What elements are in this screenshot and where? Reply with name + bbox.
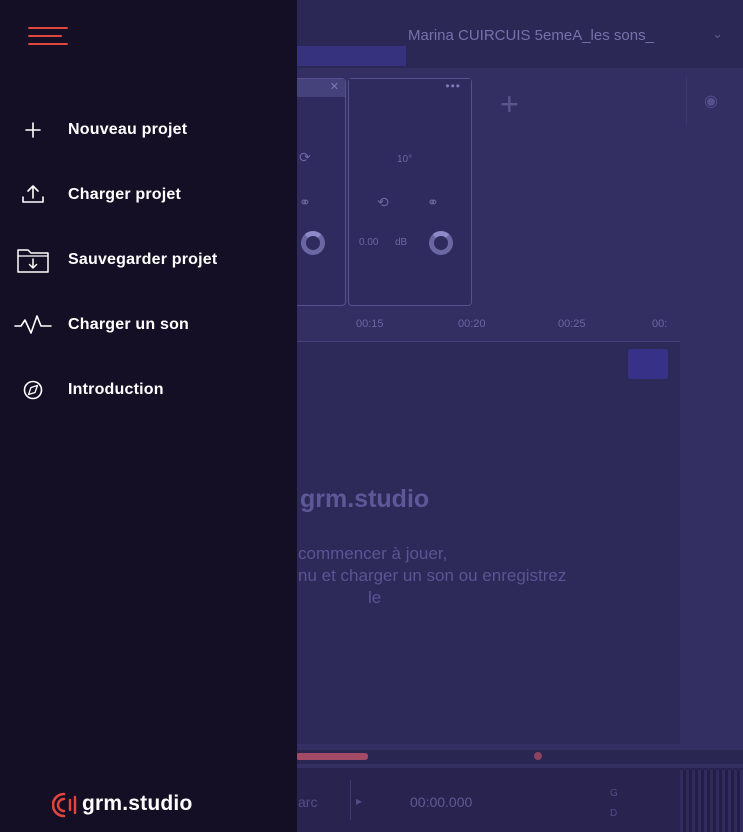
waveform-action-button[interactable]	[628, 349, 668, 379]
menu-item-label: Sauvegarder projet	[68, 251, 218, 268]
speed-label: 10°	[397, 154, 413, 165]
record-button[interactable]: ◉	[686, 76, 736, 126]
plus-icon	[14, 116, 52, 144]
transport-label: arc	[298, 794, 318, 810]
splash-line: le	[368, 588, 382, 607]
menu-item-label: Charger un son	[68, 316, 190, 333]
menu-item-load-sound[interactable]: Charger un son	[0, 297, 297, 353]
side-drawer: Nouveau projet Charger projet Sauvegarde…	[0, 0, 297, 832]
play-icon[interactable]: ▸	[356, 794, 362, 808]
loop-icon: ⟳	[299, 149, 311, 165]
project-title[interactable]: Marina CUIRCUIS 5emeA_les sons_	[408, 27, 654, 44]
gain-label: dB	[395, 237, 408, 248]
app-tab-indicator	[296, 46, 406, 66]
splash-line: nu et charger un son ou enregistrez	[298, 566, 567, 585]
menu-item-new-project[interactable]: Nouveau projet	[0, 102, 297, 158]
gain-knob[interactable]	[429, 231, 453, 255]
menu-item-load-project[interactable]: Charger projet	[0, 167, 297, 223]
reverse-icon[interactable]: ⟲	[377, 194, 389, 211]
divider	[350, 780, 351, 820]
time-label: 0.00	[359, 237, 379, 248]
gain-knob[interactable]	[301, 231, 325, 255]
close-icon[interactable]: ✕	[330, 80, 339, 93]
upload-icon	[14, 181, 52, 209]
menu-item-introduction[interactable]: Introduction	[0, 362, 297, 418]
microphone-icon: ◉	[704, 93, 718, 110]
waveform-icon	[14, 311, 52, 339]
more-icon[interactable]: •••	[445, 79, 461, 93]
menu-item-save-project[interactable]: Sauvegarder projet	[0, 232, 297, 288]
timeline-tick: 00:	[652, 318, 668, 330]
chevron-down-icon[interactable]: ⌄	[712, 26, 723, 42]
splash-message: commencer à jouer, nu et charger un son …	[298, 543, 566, 609]
timeline-tick: 00:20	[458, 318, 486, 330]
folder-download-icon	[14, 246, 52, 274]
timeline-tick: 00:25	[558, 318, 586, 330]
brand-name: grm.studio	[82, 792, 193, 815]
add-track-icon[interactable]: +	[500, 86, 519, 123]
menu-item-label: Nouveau projet	[68, 121, 188, 138]
timeline-tick: 00:15	[356, 318, 384, 330]
hamburger-menu-icon[interactable]	[28, 26, 68, 48]
track-card[interactable]: ••• 10° ⟲ ⚭ 0.00 dB	[348, 78, 472, 306]
playhead-marker[interactable]	[534, 752, 542, 760]
menu-item-label: Charger projet	[68, 186, 182, 203]
progress-fill	[296, 753, 368, 760]
headphones-icon: ⚭	[299, 194, 311, 210]
splash-title: grm.studio	[300, 485, 430, 513]
menu-item-label: Introduction	[68, 381, 164, 398]
compass-icon	[14, 376, 52, 404]
headphones-icon[interactable]: ⚭	[427, 194, 439, 211]
channel-labels: GD	[610, 788, 618, 819]
grm-logo-icon	[51, 791, 82, 819]
splash-line: commencer à jouer,	[298, 544, 448, 563]
level-meters	[680, 770, 743, 832]
transport-time: 00:00.000	[410, 794, 473, 810]
